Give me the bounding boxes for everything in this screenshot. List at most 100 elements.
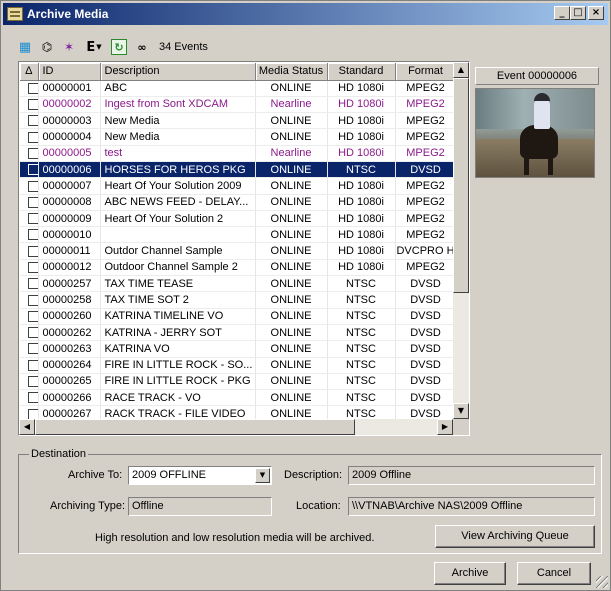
chevron-down-icon[interactable]: ▼ bbox=[255, 468, 270, 483]
vertical-scrollbar[interactable]: ▲ ▼ bbox=[453, 62, 469, 419]
preview-thumbnail[interactable] bbox=[475, 88, 595, 178]
row-id: 00000266 bbox=[38, 389, 101, 407]
row-format: MPEG2 bbox=[395, 112, 454, 130]
table-row[interactable]: 00000267 RACK TRACK - FILE VIDEO ONLINE NTS… bbox=[20, 405, 454, 420]
e-dropdown-button[interactable]: E ▼ bbox=[83, 39, 105, 55]
row-description: KATRINA VO bbox=[100, 340, 256, 358]
table-row[interactable]: 00000257 TAX TIME TEASE ONLINE NTSC DVSD bbox=[20, 275, 454, 293]
row-id: 00000007 bbox=[38, 177, 101, 195]
horizontal-scrollbar[interactable]: ◀ ▶ bbox=[19, 419, 469, 435]
column-header-media-status[interactable]: Media Status bbox=[255, 63, 328, 81]
row-description: Outdoor Channel Sample 2 bbox=[100, 259, 256, 277]
row-checkbox[interactable] bbox=[28, 245, 37, 257]
table-row[interactable]: 00000008 ABC NEWS FEED - DELAY... ONLINE HD… bbox=[20, 194, 454, 211]
row-checkbox[interactable] bbox=[28, 180, 37, 192]
row-description: KATRINA TIMELINE VO bbox=[100, 308, 256, 325]
row-id: 00000003 bbox=[38, 112, 101, 130]
table-row[interactable]: 00000258 TAX TIME SOT 2 ONLINE NTSC DVSD bbox=[20, 291, 454, 309]
row-checkbox-cell bbox=[20, 357, 39, 374]
row-checkbox[interactable] bbox=[28, 343, 37, 355]
maximize-button[interactable]: □ bbox=[570, 6, 586, 20]
row-checkbox[interactable] bbox=[28, 115, 37, 127]
archive-to-label: Archive To: bbox=[68, 469, 123, 481]
archive-button[interactable]: Archive bbox=[434, 562, 506, 585]
row-checkbox[interactable] bbox=[28, 147, 37, 159]
table-row[interactable]: 00000007 Heart Of Your Solution 2009 ONLIN… bbox=[20, 177, 454, 195]
scroll-up-icon[interactable]: ▲ bbox=[453, 62, 469, 78]
row-checkbox[interactable] bbox=[28, 262, 37, 273]
magic-wand-icon[interactable]: ✶ bbox=[61, 39, 77, 55]
scroll-down-icon[interactable]: ▼ bbox=[453, 403, 469, 419]
row-checkbox-cell bbox=[20, 308, 39, 325]
row-checkbox[interactable] bbox=[28, 99, 37, 111]
cancel-button[interactable]: Cancel bbox=[517, 562, 591, 585]
row-checkbox[interactable] bbox=[28, 278, 37, 290]
table-row[interactable]: 00000002 Ingest from Sont XDCAM Nearline HD… bbox=[20, 96, 454, 114]
refresh-icon[interactable]: ↻ bbox=[111, 39, 127, 55]
table-row[interactable]: 00000265 FIRE IN LITTLE ROCK - PKG ONLINE N… bbox=[20, 373, 454, 391]
table-row[interactable]: 00000012 Outdoor Channel Sample 2 ONLINE HD… bbox=[20, 259, 454, 277]
vertical-scroll-thumb[interactable] bbox=[453, 78, 469, 293]
row-standard: NTSC bbox=[327, 161, 396, 179]
archiving-type-label: Archiving Type: bbox=[50, 500, 126, 512]
row-id: 00000264 bbox=[38, 357, 101, 374]
media-grid: Δ ID Description Media Status Standard F… bbox=[18, 61, 470, 436]
row-standard: HD 1080i bbox=[327, 210, 396, 228]
glasses-icon[interactable]: ∞ bbox=[133, 39, 151, 55]
view-archiving-queue-button[interactable]: View Archiving Queue bbox=[435, 525, 595, 548]
row-checkbox[interactable] bbox=[28, 229, 37, 241]
minimize-button[interactable]: _ bbox=[554, 6, 570, 20]
table-row[interactable]: 00000011 Outdor Channel Sample ONLINE HD 10… bbox=[20, 242, 454, 260]
column-header-description[interactable]: Description bbox=[100, 63, 256, 81]
thumbnail-rider bbox=[534, 99, 550, 129]
row-checkbox[interactable] bbox=[28, 294, 37, 306]
column-header-standard[interactable]: Standard bbox=[327, 63, 396, 81]
resize-grip-icon[interactable] bbox=[596, 576, 608, 588]
table-row[interactable]: 00000266 RACE TRACK - VO ONLINE NTSC DVSD bbox=[20, 389, 454, 407]
event-preview: Event 00000006 bbox=[475, 67, 599, 183]
row-checkbox[interactable] bbox=[28, 164, 37, 176]
row-checkbox-cell bbox=[20, 210, 39, 228]
row-description: Heart Of Your Solution 2009 bbox=[100, 177, 256, 195]
row-checkbox[interactable] bbox=[28, 82, 37, 94]
table-row[interactable]: 00000262 KATRINA - JERRY SOT ONLINE NTSC DVS… bbox=[20, 324, 454, 342]
row-format: DVSD bbox=[395, 405, 454, 420]
column-header-format[interactable]: Format bbox=[395, 63, 454, 81]
horizontal-scroll-thumb[interactable] bbox=[35, 419, 355, 435]
row-checkbox[interactable] bbox=[28, 131, 37, 143]
row-standard: NTSC bbox=[327, 340, 396, 358]
table-row[interactable]: 00000009 Heart Of Your Solution 2 ONLINE HD… bbox=[20, 210, 454, 228]
table-row[interactable]: 00000005 test Nearline HD 1080i MPEG2 bbox=[20, 145, 454, 162]
table-row[interactable]: 00000010 ONLINE HD 1080i MPEG2 bbox=[20, 226, 454, 244]
close-button[interactable]: × bbox=[588, 6, 604, 20]
table-row[interactable]: 00000004 New Media ONLINE HD 1080i MPEG2 bbox=[20, 128, 454, 146]
row-id: 00000267 bbox=[38, 405, 101, 420]
binoculars-find-icon[interactable]: ⌬ bbox=[39, 39, 55, 55]
row-id: 00000004 bbox=[38, 128, 101, 146]
row-format: DVSD bbox=[395, 357, 454, 374]
table-row[interactable]: 00000263 KATRINA VO ONLINE NTSC DVSD bbox=[20, 340, 454, 358]
title-bar[interactable]: Archive Media _ □ × bbox=[3, 3, 608, 25]
row-description: Outdor Channel Sample bbox=[100, 242, 256, 260]
column-header-sort[interactable]: Δ bbox=[20, 63, 39, 81]
row-standard: NTSC bbox=[327, 308, 396, 325]
table-row[interactable]: 00000001 ABC ONLINE HD 1080i MPEG2 bbox=[20, 80, 454, 97]
row-checkbox[interactable] bbox=[28, 196, 37, 208]
row-checkbox[interactable] bbox=[28, 310, 37, 322]
table-row[interactable]: 00000003 New Media ONLINE HD 1080i MPEG2 bbox=[20, 112, 454, 130]
row-checkbox[interactable] bbox=[28, 359, 37, 371]
table-row[interactable]: 00000264 FIRE IN LITTLE ROCK - SO... ONLIN… bbox=[20, 357, 454, 374]
e-dropdown-label: E bbox=[86, 39, 96, 55]
archive-to-select[interactable]: 2009 OFFLINE ▼ bbox=[128, 466, 272, 485]
row-checkbox[interactable] bbox=[28, 213, 37, 225]
scroll-right-icon[interactable]: ▶ bbox=[437, 419, 453, 435]
row-checkbox[interactable] bbox=[28, 392, 37, 404]
row-checkbox[interactable] bbox=[28, 327, 37, 339]
column-header-id[interactable]: ID bbox=[38, 63, 101, 81]
grid-view-icon[interactable]: ▦ bbox=[17, 39, 33, 55]
scroll-left-icon[interactable]: ◀ bbox=[19, 419, 35, 435]
row-standard: NTSC bbox=[327, 373, 396, 391]
table-row[interactable]: 00000006 HORSES FOR HEROS PKG ONLINE NTSC DV… bbox=[20, 161, 454, 179]
table-row[interactable]: 00000260 KATRINA TIMELINE VO ONLINE NTSC DVS… bbox=[20, 308, 454, 325]
row-checkbox[interactable] bbox=[28, 376, 37, 388]
